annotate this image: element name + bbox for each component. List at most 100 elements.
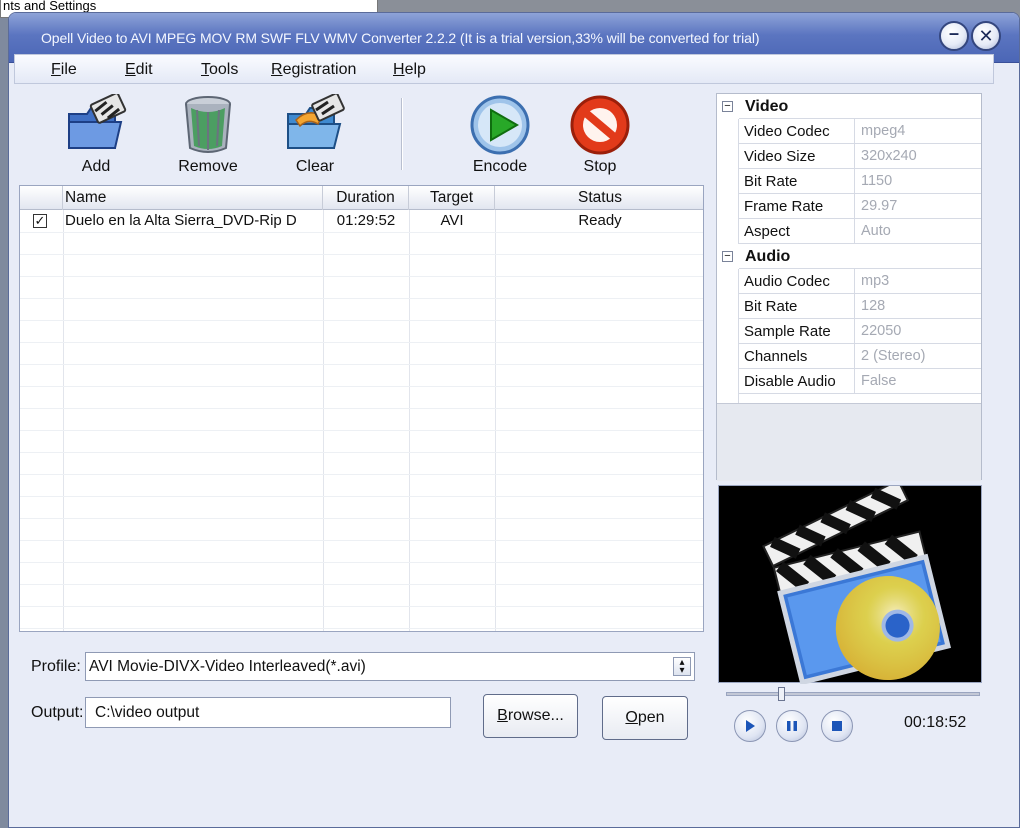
header-status[interactable]: Status xyxy=(495,186,705,210)
output-path-input[interactable]: C:\video output xyxy=(85,697,451,728)
property-name: Video Size xyxy=(744,148,816,165)
property-value[interactable]: 320x240 xyxy=(854,144,981,169)
stop-playback-button[interactable] xyxy=(821,710,853,742)
property-value[interactable]: Auto xyxy=(854,219,981,244)
encode-button[interactable]: Encode xyxy=(455,94,545,178)
grid-line xyxy=(495,210,496,631)
header-duration[interactable]: Duration xyxy=(323,186,409,210)
clear-folder-icon xyxy=(287,94,345,149)
grid-line xyxy=(20,540,703,541)
grid-line xyxy=(323,210,324,631)
grid-line xyxy=(20,364,703,365)
property-name: Aspect xyxy=(744,223,790,240)
menu-tools-mnemonic: T xyxy=(201,61,209,78)
property-value[interactable]: 128 xyxy=(854,294,981,319)
header-target[interactable]: Target xyxy=(409,186,495,210)
browse-button[interactable]: Browse... xyxy=(483,694,578,738)
property-row[interactable]: Channels 2 (Stereo) xyxy=(717,344,981,369)
stop-button[interactable]: Stop xyxy=(555,94,645,178)
playback-time: 00:18:52 xyxy=(904,714,967,731)
collapse-minus-icon[interactable]: − xyxy=(722,251,733,262)
property-row[interactable]: Aspect Auto xyxy=(717,219,981,244)
close-button[interactable]: ✕ xyxy=(971,21,1001,51)
collapse-minus-icon[interactable]: − xyxy=(722,101,733,112)
play-icon xyxy=(746,720,755,732)
category-gutter: − xyxy=(717,244,739,269)
property-gutter xyxy=(717,144,739,169)
menu-file-label: ile xyxy=(60,61,77,78)
property-value[interactable]: mp3 xyxy=(854,269,981,294)
checkmark-icon: ✓ xyxy=(34,213,46,228)
row-name: Duelo en la Alta Sierra_DVD-Rip D xyxy=(65,212,297,229)
play-button[interactable] xyxy=(734,710,766,742)
add-button[interactable]: Add xyxy=(51,94,141,178)
remove-button[interactable]: Remove xyxy=(163,94,253,178)
property-value[interactable]: 22050 xyxy=(854,319,981,344)
browse-mnemonic: B xyxy=(497,707,508,724)
seek-thumb[interactable] xyxy=(778,687,785,701)
grid-line xyxy=(20,584,703,585)
menu-edit-mnemonic: E xyxy=(125,61,136,78)
property-value[interactable]: False xyxy=(854,369,981,394)
encode-label: Encode xyxy=(472,158,528,175)
category-video[interactable]: − Video xyxy=(717,94,981,119)
menu-registration-label: egistration xyxy=(282,61,357,78)
remove-label: Remove xyxy=(178,158,238,175)
grid-line xyxy=(20,628,703,629)
menu-edit[interactable]: Edit xyxy=(125,61,153,79)
property-gutter xyxy=(717,344,739,369)
property-value[interactable]: 1150 xyxy=(854,169,981,194)
menu-registration[interactable]: Registration xyxy=(271,61,356,79)
property-value[interactable]: 29.97 xyxy=(854,194,981,219)
row-duration: 01:29:52 xyxy=(336,212,396,229)
seek-bar[interactable] xyxy=(726,692,980,696)
select-arrows-icon[interactable]: ▴ ▾ xyxy=(673,657,691,676)
property-row[interactable]: Sample Rate 22050 xyxy=(717,319,981,344)
grid-line xyxy=(20,518,703,519)
table-row[interactable]: ✓ Duelo en la Alta Sierra_DVD-Rip D 01:2… xyxy=(20,210,703,232)
grid-line xyxy=(20,452,703,453)
menu-help-label: elp xyxy=(404,61,426,78)
clear-button[interactable]: Clear xyxy=(270,94,360,178)
property-gutter xyxy=(717,219,739,244)
minimize-button[interactable]: – xyxy=(939,21,969,51)
grid-line xyxy=(20,408,703,409)
profile-value: AVI Movie-DIVX-Video Interleaved(*.avi) xyxy=(89,658,366,675)
grid-line xyxy=(20,606,703,607)
property-row[interactable]: Bit Rate 1150 xyxy=(717,169,981,194)
property-name: Disable Audio xyxy=(744,373,836,390)
grid-line xyxy=(20,386,703,387)
pause-button[interactable] xyxy=(776,710,808,742)
header-name[interactable]: Name xyxy=(63,186,323,210)
property-gutter xyxy=(717,194,739,219)
profile-select[interactable]: AVI Movie-DIVX-Video Interleaved(*.avi) … xyxy=(85,652,695,681)
output-label: Output: xyxy=(31,704,84,721)
menu-file[interactable]: File xyxy=(51,61,77,79)
window-title: Opell Video to AVI MPEG MOV RM SWF FLV W… xyxy=(41,30,760,46)
property-row[interactable]: Disable Audio False xyxy=(717,369,981,394)
property-gutter xyxy=(717,269,739,294)
file-list[interactable]: Name Duration Target Status ✓ Duelo en l… xyxy=(19,185,704,632)
grid-line xyxy=(20,254,703,255)
property-row[interactable]: Audio Codec mp3 xyxy=(717,269,981,294)
property-gutter xyxy=(717,294,739,319)
row-checkbox[interactable]: ✓ xyxy=(33,214,47,228)
property-row[interactable]: Bit Rate 128 xyxy=(717,294,981,319)
menu-help[interactable]: Help xyxy=(393,61,426,79)
category-gutter: − xyxy=(717,94,739,119)
property-gutter xyxy=(717,169,739,194)
header-check-column xyxy=(20,186,63,210)
property-value[interactable]: mpeg4 xyxy=(854,119,981,144)
property-row[interactable]: Video Size 320x240 xyxy=(717,144,981,169)
open-button[interactable]: Open xyxy=(602,696,688,740)
category-audio[interactable]: − Audio xyxy=(717,244,981,269)
property-value[interactable]: 2 (Stereo) xyxy=(854,344,981,369)
property-name: Audio Codec xyxy=(744,273,830,290)
grid-line xyxy=(20,232,703,233)
property-row[interactable]: Video Codec mpeg4 xyxy=(717,119,981,144)
menu-tools-label: ools xyxy=(209,61,239,78)
property-name: Video Codec xyxy=(744,123,830,140)
menu-tools[interactable]: Tools xyxy=(201,61,238,79)
property-row[interactable]: Frame Rate 29.97 xyxy=(717,194,981,219)
menu-edit-label: dit xyxy=(135,61,153,78)
